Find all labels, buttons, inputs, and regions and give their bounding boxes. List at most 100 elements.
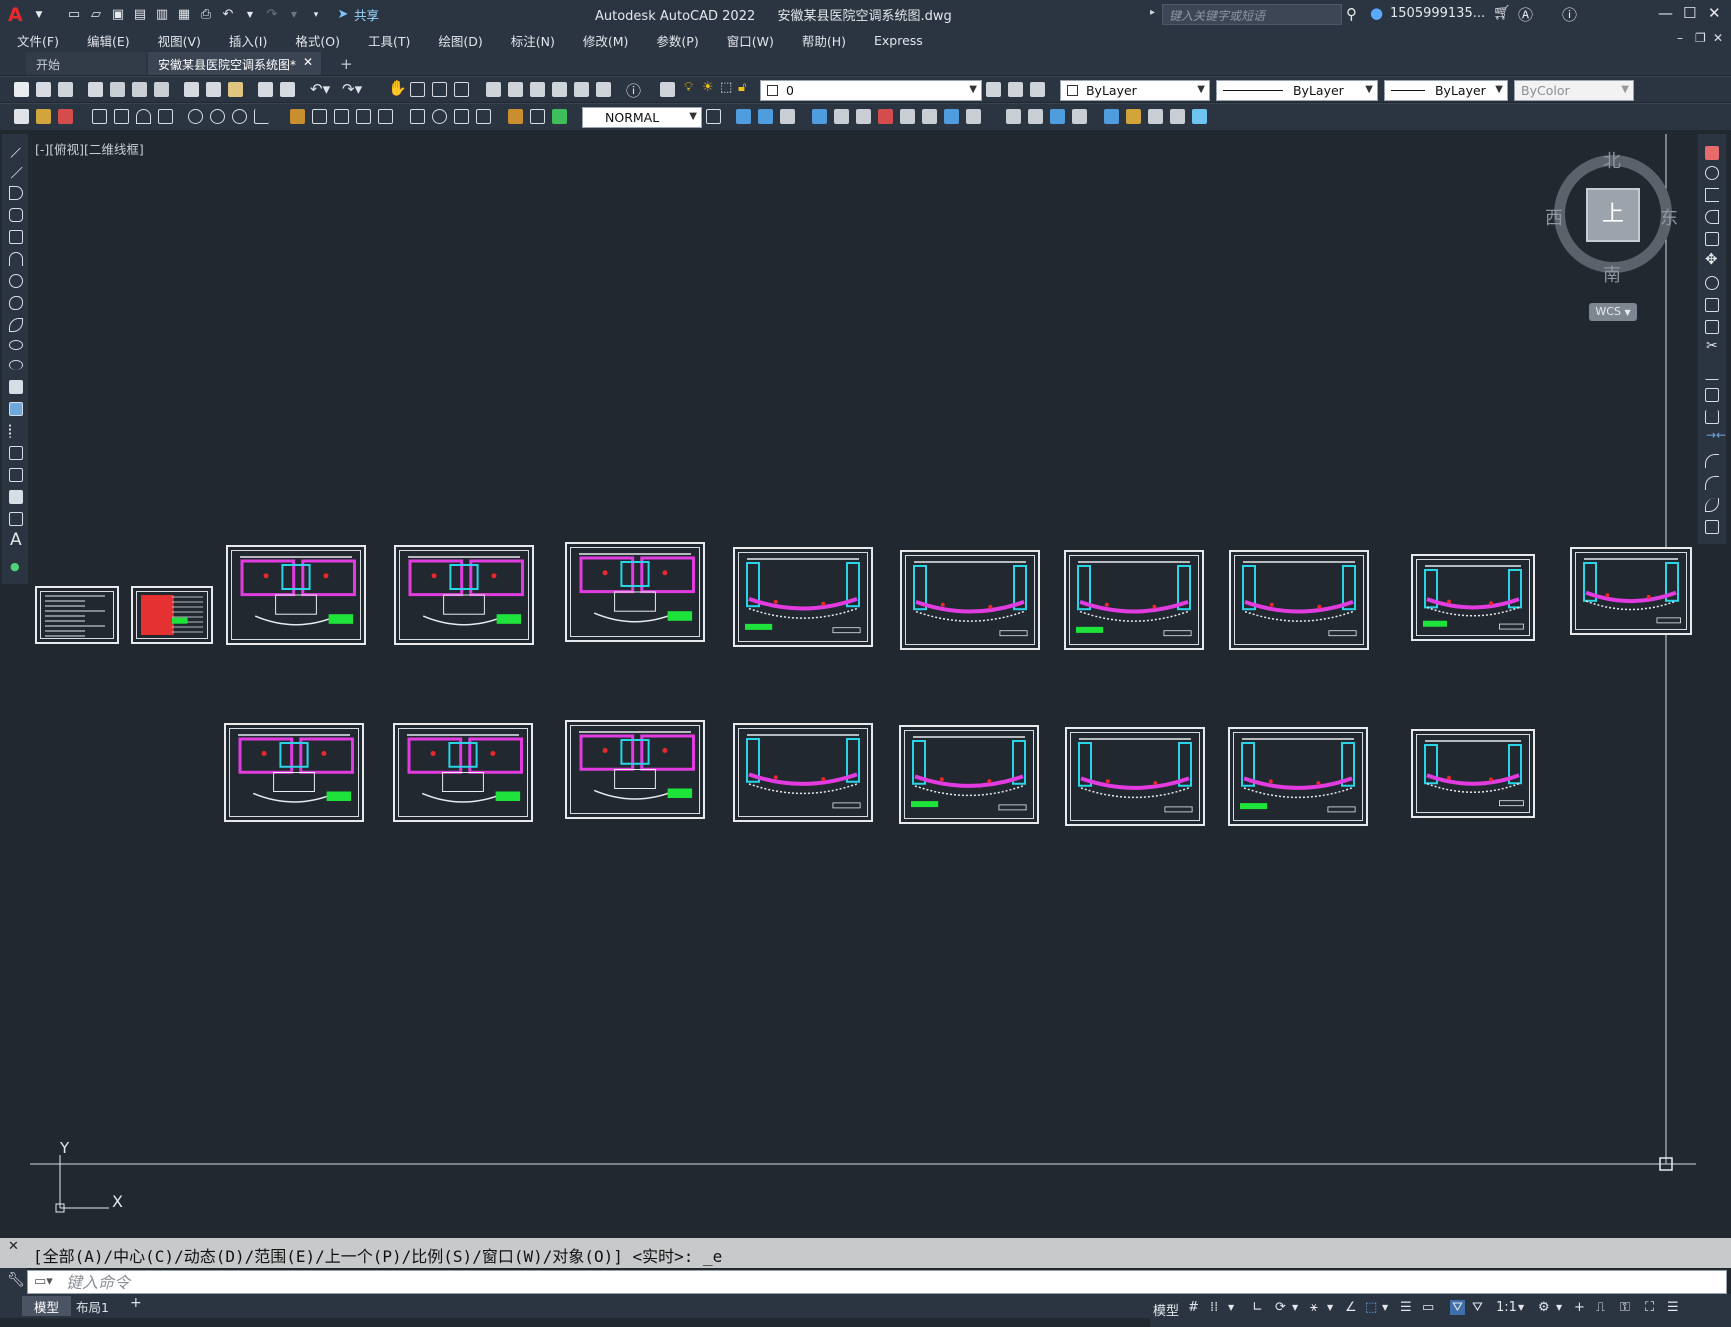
gradient-icon[interactable] (9, 468, 23, 482)
cut-icon[interactable] (184, 82, 199, 97)
user-icon[interactable]: ● (1370, 4, 1383, 22)
radius-dim-icon[interactable] (188, 109, 203, 124)
preview-icon[interactable] (110, 82, 125, 97)
add-selected-icon[interactable]: ● (10, 560, 20, 573)
drawing-sheet[interactable] (224, 723, 364, 822)
qnew-icon[interactable] (14, 82, 29, 97)
drawing-sheet[interactable] (131, 586, 213, 644)
markup-icon[interactable] (574, 82, 589, 97)
ellipse-arc-icon[interactable] (9, 360, 23, 370)
layer-states-icon[interactable] (1030, 82, 1045, 97)
customize-quick-access-icon[interactable]: ▾ (306, 5, 326, 25)
polygon-icon[interactable] (9, 208, 23, 222)
spline-icon[interactable] (9, 318, 23, 332)
maximize-window-icon[interactable]: ☐ (1683, 4, 1696, 22)
undo-icon[interactable]: ↶ (218, 5, 238, 25)
compass-south[interactable]: 南 (1603, 261, 1621, 287)
command-prompt-icon[interactable]: ▭▾ (34, 1274, 53, 1289)
object-snap-tracking-icon[interactable]: ∠ (1345, 1300, 1357, 1315)
drawing-sheet[interactable] (393, 723, 533, 822)
drawing-sheet[interactable] (900, 550, 1040, 650)
drawing-sheet[interactable] (1411, 554, 1535, 641)
menu-draw[interactable]: 绘图(D) (421, 31, 493, 50)
color-dropdown[interactable]: ByLayer ▼ (1060, 80, 1210, 101)
blend-curves-icon[interactable] (1705, 498, 1719, 512)
match-prop-icon[interactable] (258, 82, 273, 97)
cart-icon[interactable]: 🛒︎ (1493, 5, 1511, 21)
annotation-monitor-icon[interactable]: + (1574, 1300, 1585, 1315)
ucs-tool-6-icon[interactable] (922, 109, 937, 124)
menu-help[interactable]: 帮助(H) (785, 31, 857, 50)
ucs-tool-15-icon[interactable] (1148, 109, 1163, 124)
continue-dim-icon[interactable] (334, 109, 349, 124)
extend-icon[interactable] (1705, 366, 1719, 380)
publish-icon[interactable] (132, 82, 147, 97)
annotation-scale-dropdown-icon[interactable]: ▼ (1518, 1303, 1524, 1312)
ellipse-icon[interactable] (9, 340, 23, 350)
ucs-tool-16-icon[interactable] (1170, 109, 1185, 124)
jogged-dim-icon[interactable] (210, 109, 225, 124)
dimstyle-manager-icon[interactable] (706, 109, 721, 124)
paste-icon[interactable] (228, 82, 243, 97)
dim-update-icon[interactable] (552, 109, 567, 124)
3dprint-icon[interactable] (154, 82, 169, 97)
chamfer-icon[interactable] (1705, 454, 1719, 468)
undo-dropdown-icon[interactable]: ▼ (240, 5, 260, 25)
viewcube-top-face[interactable]: 上 (1586, 188, 1640, 242)
compass-north[interactable]: 北 (1603, 147, 1621, 173)
ortho-icon[interactable]: ∟ (1252, 1300, 1263, 1315)
drawing-sheet[interactable] (899, 725, 1039, 824)
ordinate-dim-icon[interactable] (158, 109, 173, 124)
workspace-tool-3-icon[interactable] (58, 109, 73, 124)
drawing-sheet[interactable] (226, 545, 366, 645)
plot-icon[interactable]: ⎙ (196, 5, 216, 25)
isodraft-icon[interactable]: ⚹ (1310, 1300, 1318, 1315)
calculator-icon[interactable] (596, 82, 611, 97)
ucs-tool-1-icon[interactable] (812, 109, 827, 124)
autodesk-app-icon[interactable]: Ⓐ (1518, 4, 1533, 25)
hatch-icon[interactable] (9, 446, 23, 460)
tab-start[interactable]: 开始 (26, 52, 146, 75)
tab-close-icon[interactable]: ✕ (303, 55, 313, 69)
help-icon[interactable]: ⓘ (1562, 4, 1577, 25)
move-icon[interactable]: ✥ (1705, 250, 1718, 268)
menu-express[interactable]: Express (857, 33, 934, 48)
scale-icon[interactable] (1705, 298, 1719, 312)
object-snap-icon[interactable]: ⬚ (1365, 1300, 1377, 1315)
redo-dropdown-icon[interactable]: ▼ (284, 5, 304, 25)
close-window-icon[interactable]: ✕ (1708, 4, 1721, 22)
properties-icon[interactable] (486, 82, 501, 97)
redo-tool-icon[interactable]: ↷▾ (342, 80, 362, 98)
layer-dropdown[interactable]: 0 ▼ (760, 80, 982, 101)
copy-object-icon[interactable] (1705, 166, 1719, 180)
drawing-sheet[interactable] (35, 586, 119, 644)
drawing-sheet[interactable] (565, 542, 705, 642)
command-handle[interactable]: 🔧︎ (0, 1268, 27, 1294)
dim-edit-icon[interactable] (508, 109, 523, 124)
mirror-icon[interactable] (1705, 188, 1719, 202)
polar-icon[interactable]: ⟳ (1275, 1300, 1286, 1315)
angular-dim-icon[interactable] (254, 109, 269, 124)
ucs-tool-3-icon[interactable] (856, 109, 871, 124)
layer-properties-icon[interactable] (660, 82, 675, 97)
user-name[interactable]: 1505999135... (1390, 6, 1485, 21)
workspace-tool-2-icon[interactable] (36, 109, 51, 124)
open-file-icon[interactable]: ▱ (86, 5, 106, 25)
erase-icon[interactable] (1705, 146, 1719, 160)
make-block-icon[interactable] (9, 402, 23, 416)
arc-length-icon[interactable] (136, 109, 151, 124)
web-save-icon[interactable]: ▥ (152, 5, 172, 25)
ucs-tool-10-icon[interactable] (1028, 109, 1043, 124)
design-center-icon[interactable] (508, 82, 523, 97)
compass-east[interactable]: 东 (1660, 204, 1678, 230)
workspace-tool-1-icon[interactable] (14, 109, 29, 124)
xline-icon[interactable] (10, 166, 24, 180)
linear-dim-icon[interactable] (92, 109, 107, 124)
drawing-sheet[interactable] (1228, 727, 1368, 826)
dim-text-edit-icon[interactable] (530, 109, 545, 124)
offset-icon[interactable] (1705, 210, 1719, 224)
ucs-tool-2-icon[interactable] (834, 109, 849, 124)
drawing-sheet[interactable] (1570, 547, 1692, 635)
tolerance-icon[interactable] (410, 109, 425, 124)
quick-properties-icon[interactable]: ⚿ (1620, 1300, 1630, 1315)
